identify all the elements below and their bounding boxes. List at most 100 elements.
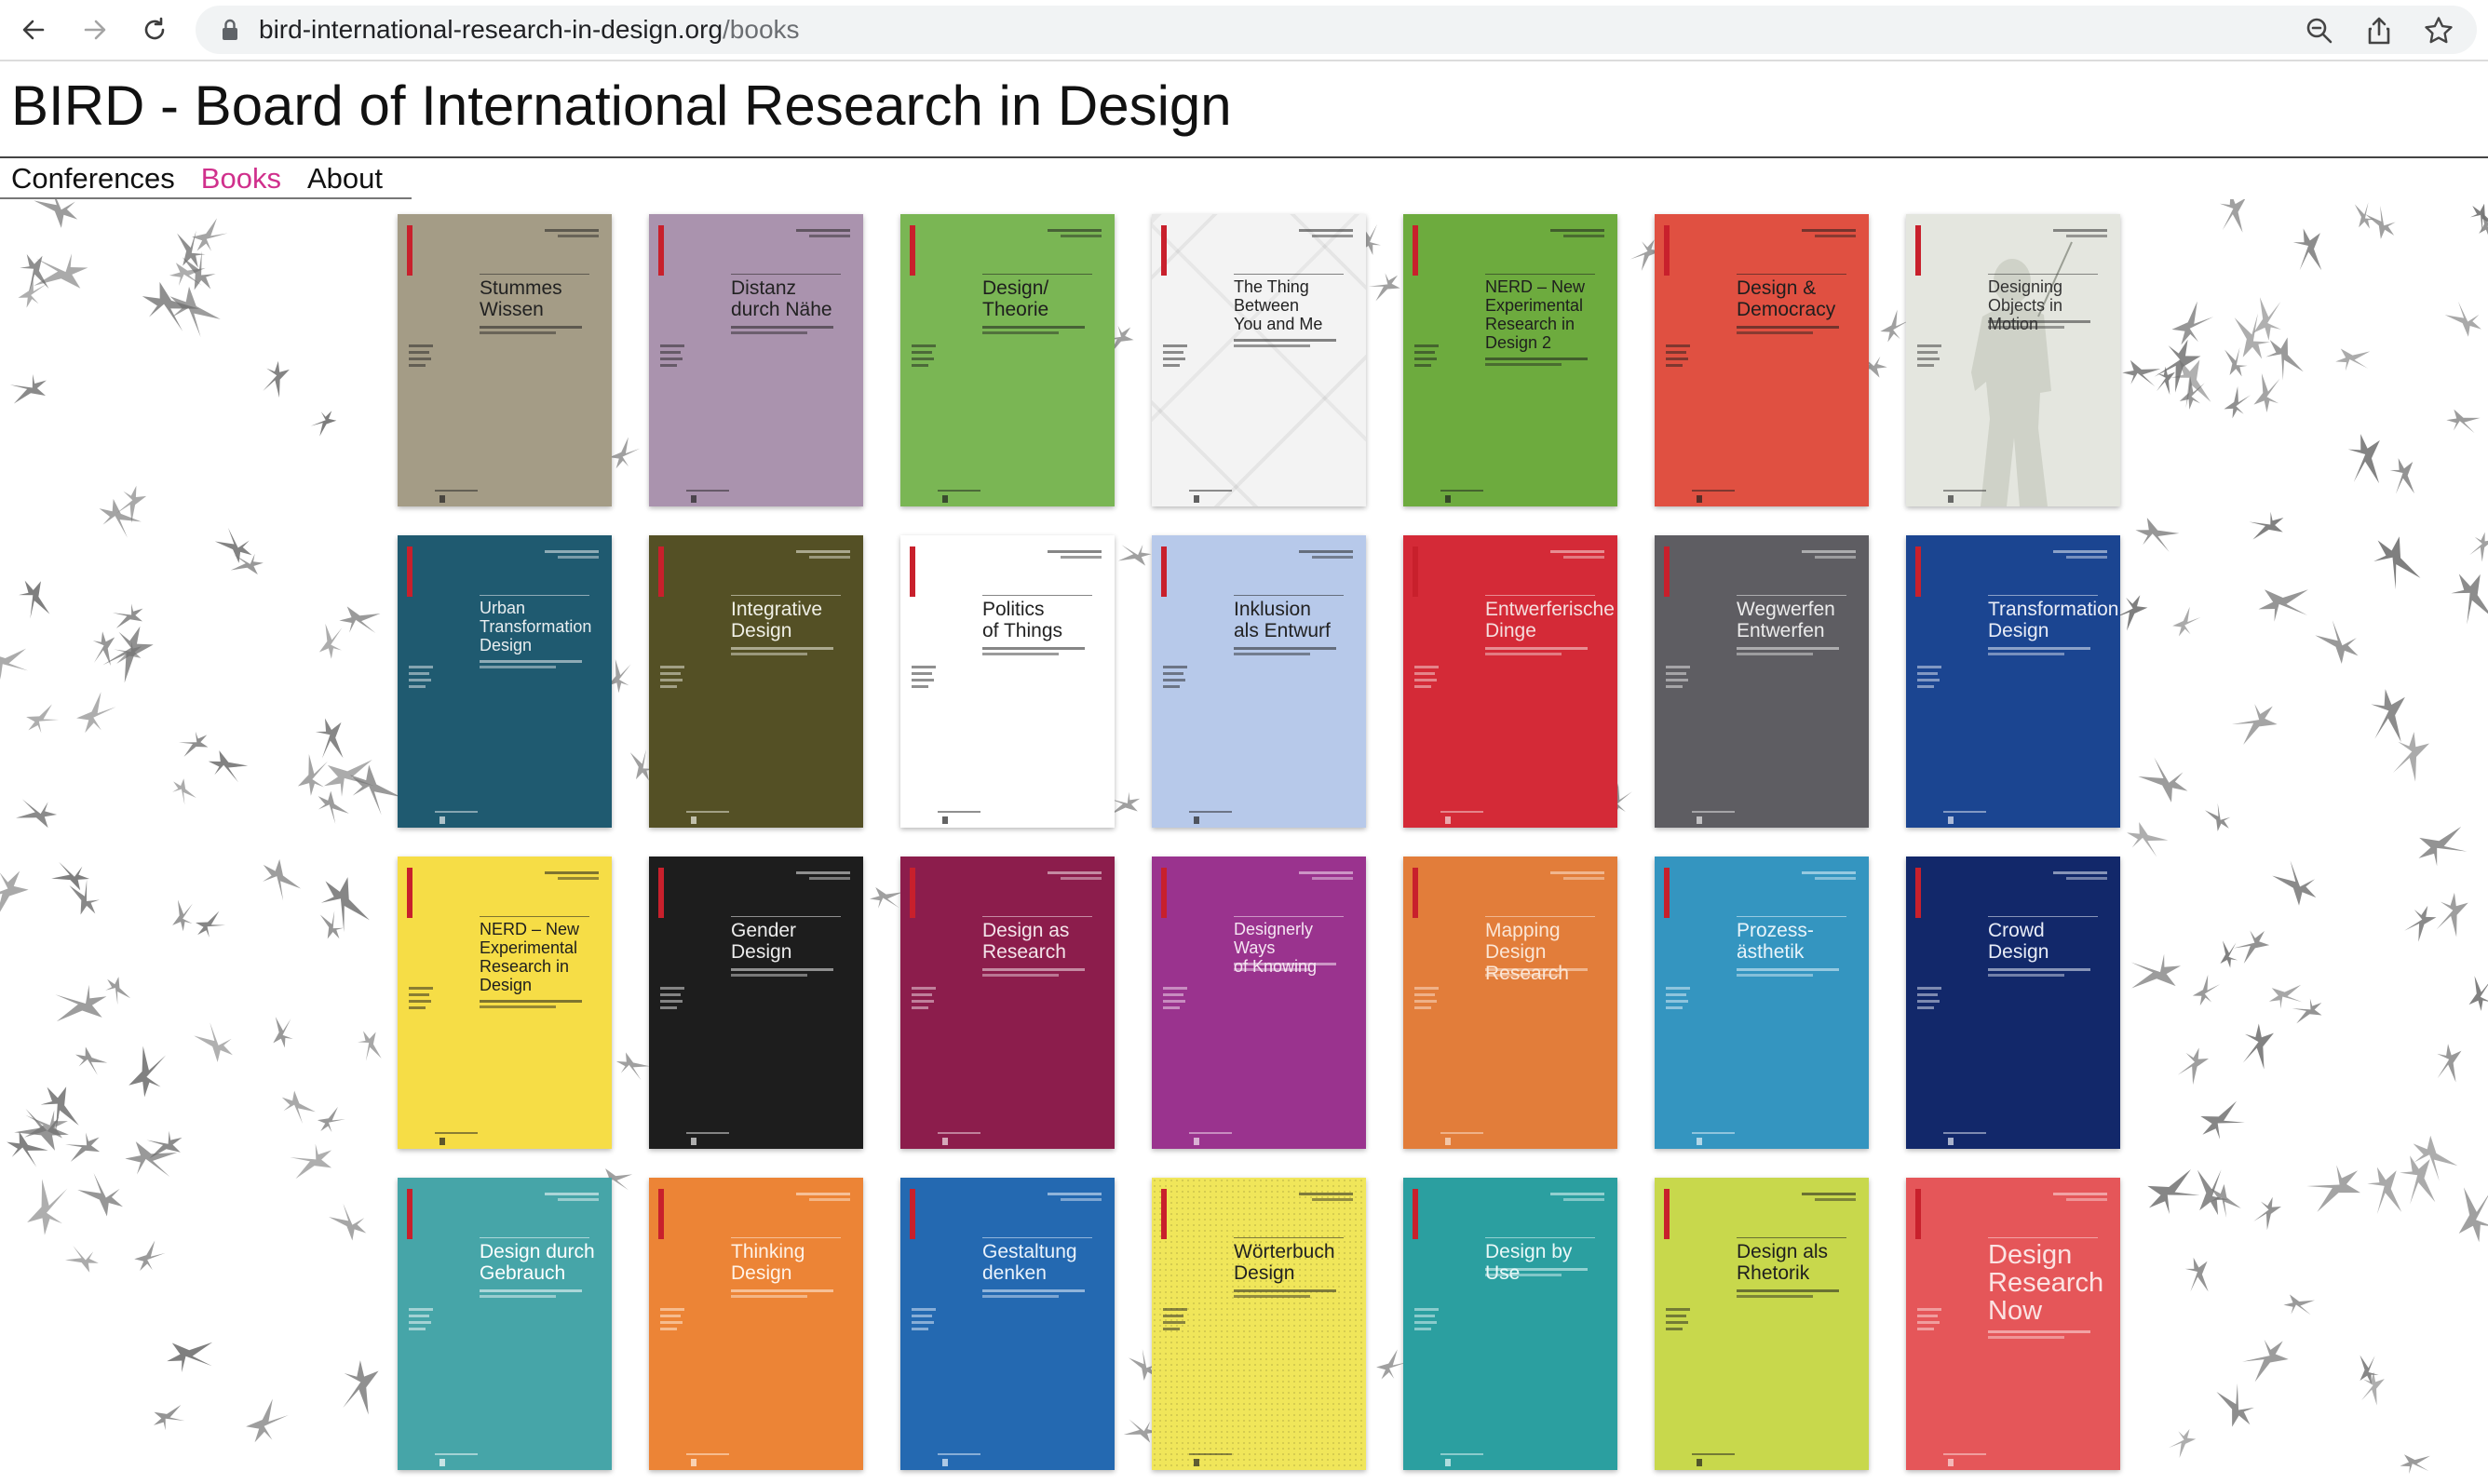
reload-button[interactable] bbox=[134, 11, 175, 48]
publisher-logo-icon bbox=[1915, 1189, 1921, 1239]
book-cover[interactable]: Transformation Design bbox=[1906, 535, 2120, 828]
publisher-mark-icon bbox=[942, 1459, 948, 1466]
book-title: Design by Use bbox=[1485, 1241, 1573, 1284]
book-cover[interactable]: Design & Democracy bbox=[1655, 214, 1869, 506]
title-rule bbox=[480, 274, 589, 275]
author-line bbox=[796, 229, 850, 232]
bookmark-button[interactable] bbox=[2423, 15, 2454, 47]
book-cover[interactable]: Inklusion als Entwurf bbox=[1152, 535, 1366, 828]
book-cover[interactable]: NERD – New Experimental Research in Desi… bbox=[1403, 214, 1617, 506]
footer-rule bbox=[435, 1453, 478, 1455]
address-bar[interactable]: bird-international-research-in-design.or… bbox=[196, 6, 2477, 54]
url-domain: bird-international-research-in-design.or… bbox=[259, 15, 723, 44]
bird-icon bbox=[2184, 1257, 2209, 1292]
book-cover[interactable]: Urban Transformation Design bbox=[398, 535, 612, 828]
bird-icon bbox=[2373, 536, 2421, 590]
title-rule bbox=[1988, 1237, 2098, 1238]
author-line bbox=[1815, 1198, 1856, 1201]
book-cover[interactable]: Design als Rhetorik bbox=[1655, 1178, 1869, 1470]
bird-icon bbox=[128, 1046, 167, 1098]
publisher-mark-icon bbox=[691, 1138, 696, 1145]
author-line bbox=[2066, 877, 2107, 880]
book-cover[interactable]: Gender Design bbox=[649, 857, 863, 1149]
book-cover[interactable]: Design by Use bbox=[1403, 1178, 1617, 1470]
author-line bbox=[1299, 1193, 1353, 1195]
author-line bbox=[2053, 229, 2107, 232]
book-cover[interactable]: Design as Research bbox=[900, 857, 1115, 1149]
series-info bbox=[1414, 987, 1440, 1013]
book-cover[interactable]: The Thing Between You and Me bbox=[1152, 214, 1366, 506]
subtitle-line bbox=[1988, 968, 2090, 971]
book-cover[interactable]: Stummes Wissen bbox=[398, 214, 612, 506]
publisher-mark-icon bbox=[1697, 1138, 1702, 1145]
book-title: Integrative Design bbox=[731, 599, 823, 641]
subtitle-line bbox=[1234, 339, 1336, 342]
author-line bbox=[1815, 877, 1856, 880]
book-cover[interactable]: Gestaltung denken bbox=[900, 1178, 1115, 1470]
nav-conferences[interactable]: Conferences bbox=[11, 160, 175, 197]
series-info bbox=[660, 344, 686, 371]
book-cover[interactable]: Distanz durch Nähe bbox=[649, 214, 863, 506]
forward-button[interactable] bbox=[74, 11, 115, 48]
book-title: Prozess- ästhetik bbox=[1737, 920, 1814, 963]
book-cover[interactable]: Wegwerfen Entwerfen bbox=[1655, 535, 1869, 828]
book-cover[interactable]: Entwerferische Dinge bbox=[1403, 535, 1617, 828]
bird-icon bbox=[246, 1398, 289, 1443]
zoom-button[interactable] bbox=[2304, 15, 2335, 47]
bird-icon bbox=[2147, 1169, 2200, 1215]
bird-icon bbox=[65, 1132, 101, 1162]
subtitle-line bbox=[1737, 647, 1839, 650]
book-cover[interactable]: Design durch Gebrauch bbox=[398, 1178, 612, 1470]
nav-books[interactable]: Books bbox=[201, 160, 281, 197]
bird-icon bbox=[167, 1342, 213, 1373]
subtitle-line bbox=[480, 666, 556, 668]
author-line bbox=[1061, 556, 1102, 559]
book-cover[interactable]: Wörterbuch Design bbox=[1152, 1178, 1366, 1470]
book-cover[interactable]: Design Research Now bbox=[1906, 1178, 2120, 1470]
footer-rule bbox=[1440, 1132, 1483, 1134]
book-cover[interactable]: NERD – New Experimental Research in Desi… bbox=[398, 857, 612, 1149]
book-cover[interactable]: Prozess- ästhetik bbox=[1655, 857, 1869, 1149]
book-cover[interactable]: Designerly Ways of Knowing bbox=[1152, 857, 1366, 1149]
book-cover[interactable]: Politics of Things bbox=[900, 535, 1115, 828]
author-line bbox=[1299, 550, 1353, 553]
arrow-left-icon bbox=[22, 20, 45, 40]
author-line bbox=[1061, 877, 1102, 880]
browser-toolbar: bird-international-research-in-design.or… bbox=[0, 0, 2488, 61]
bird-icon bbox=[2171, 301, 2214, 345]
subtitle-line bbox=[731, 326, 833, 329]
book-cover[interactable]: Mapping Design Research bbox=[1403, 857, 1617, 1149]
subtitle-line bbox=[1485, 1268, 1588, 1271]
series-info bbox=[660, 1308, 686, 1334]
nav-about[interactable]: About bbox=[307, 160, 383, 197]
publisher-mark-icon bbox=[691, 1459, 696, 1466]
series-info bbox=[1917, 666, 1943, 692]
footer-rule bbox=[1692, 1132, 1735, 1134]
book-cover[interactable]: Thinking Design bbox=[649, 1178, 863, 1470]
bird-icon bbox=[172, 778, 196, 805]
publisher-mark-icon bbox=[942, 1138, 948, 1145]
book-cover[interactable]: Crowd Design bbox=[1906, 857, 2120, 1149]
publisher-mark-icon bbox=[439, 816, 445, 824]
footer-rule bbox=[1943, 811, 1986, 813]
author-line bbox=[809, 1198, 850, 1201]
title-rule bbox=[1234, 595, 1344, 596]
author-line bbox=[1299, 871, 1353, 874]
bird-icon bbox=[92, 631, 115, 667]
publisher-logo-icon bbox=[1664, 1189, 1670, 1239]
back-button[interactable] bbox=[13, 11, 54, 48]
bird-icon bbox=[2232, 704, 2278, 745]
series-info bbox=[409, 666, 435, 692]
book-title: Crowd Design bbox=[1988, 920, 2049, 963]
publisher-mark-icon bbox=[1697, 495, 1702, 503]
bird-icon bbox=[2354, 202, 2375, 229]
subtitle-line bbox=[480, 331, 556, 334]
book-cover[interactable]: Design/ Theorie bbox=[900, 214, 1115, 506]
publisher-mark-icon bbox=[942, 495, 948, 503]
book-cover[interactable]: Integrative Design bbox=[649, 535, 863, 828]
book-cover[interactable]: Designing Objects in Motion bbox=[1906, 214, 2120, 506]
publisher-logo-icon bbox=[407, 225, 412, 276]
bird-icon bbox=[2283, 1294, 2315, 1315]
share-button[interactable] bbox=[2363, 15, 2395, 47]
book-title: Urban Transformation Design bbox=[480, 599, 592, 654]
